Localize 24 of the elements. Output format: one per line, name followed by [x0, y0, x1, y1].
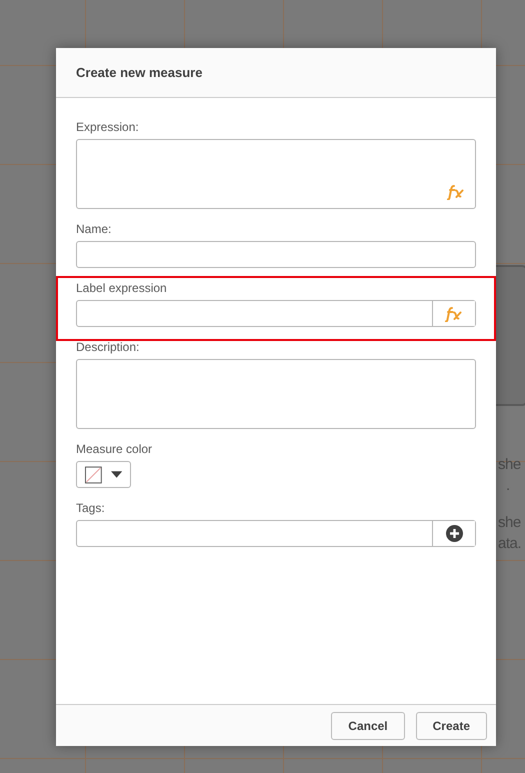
dialog-button[interactable]: Create [416, 712, 487, 740]
plus-circle-icon [446, 525, 462, 542]
caret-icon [110, 470, 122, 478]
add-button[interactable] [432, 521, 475, 546]
dialog-button[interactable]: Cancel [331, 712, 405, 740]
expression-button[interactable] [432, 301, 475, 326]
field-label: Description: [76, 340, 140, 354]
input-field[interactable] [76, 520, 476, 547]
text-area[interactable] [76, 359, 476, 429]
background-text: she [498, 455, 521, 475]
input-field[interactable] [76, 300, 476, 327]
function-icon [445, 306, 463, 322]
input-field[interactable] [76, 241, 476, 268]
dialog-title: Create new measure [76, 65, 202, 80]
field-label: Expression: [76, 120, 140, 134]
field-label: Tags: [76, 501, 106, 515]
color-dropdown[interactable] [76, 461, 131, 488]
background-text: . [505, 476, 510, 496]
field-label: Name: [76, 222, 112, 236]
field-label: Measure color [76, 442, 154, 456]
field-label: Label expression [76, 281, 168, 295]
function-icon [447, 184, 465, 200]
no-color-swatch-icon [85, 466, 102, 484]
text-area[interactable] [76, 139, 476, 209]
